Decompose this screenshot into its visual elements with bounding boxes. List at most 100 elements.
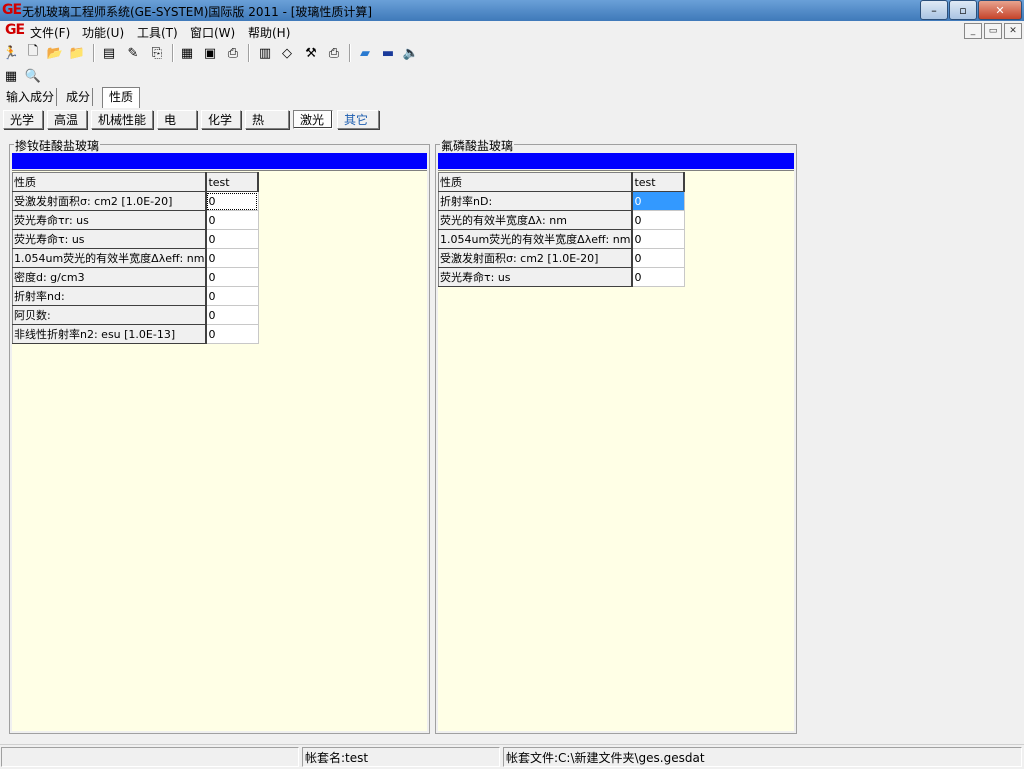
row-value[interactable]: 0 [631,191,685,211]
menu-function[interactable]: 功能(U) [82,24,124,41]
group-fluorophosphate-glass: 氟磷酸盐玻璃 性质 test 折射率nD: 0 荧光的有效半宽度Δλ: nm 0 1… [435,137,797,734]
close-button[interactable]: ✕ [978,0,1022,20]
subtab-electrical[interactable]: 电 [157,110,197,129]
group-nd-silicate-glass: 掺钕硅酸盐玻璃 性质 test 受激发射面积σ: cm2 [1.0E-20] 0 … [9,137,430,734]
table-row: 折射率nd: 0 [12,286,259,306]
print-icon[interactable]: ⎙ [224,45,242,61]
table-row: 阿贝数: 0 [12,305,259,325]
zoom-icon[interactable]: 🔍 [24,68,42,84]
group-header-bar [12,153,427,169]
subtab-thermal[interactable]: 热 [245,110,289,129]
row-name: 荧光的有效半宽度Δλ: nm [438,210,634,230]
preview-icon[interactable]: ▤ [100,45,118,61]
edit-icon[interactable]: ✎ [124,45,142,61]
row-value[interactable]: 0 [205,229,259,249]
grid-area: 性质 test 受激发射面积σ: cm2 [1.0E-20] 0 荧光寿命τr: … [12,170,427,731]
printer-icon[interactable]: ⎙ [325,45,343,61]
header-test: test [631,172,686,192]
row-value[interactable]: 0 [631,248,685,268]
row-value[interactable]: 0 [631,267,685,287]
new-file-icon[interactable]: 🗋 [24,44,42,61]
row-name: 非线性折射率n2: esu [1.0E-13] [12,324,208,344]
mdi-minimize-button[interactable]: _ [964,23,982,39]
toolbar-secondary: ▦ 🔍 [0,65,1024,87]
menu-help[interactable]: 帮助(H) [248,24,290,41]
folder-icon[interactable]: 📁 [68,45,86,61]
speaker-icon[interactable]: 🔈 [402,45,420,61]
table-row: 荧光寿命τ: us 0 [12,229,259,249]
calculator-icon[interactable]: ▥ [256,45,274,61]
row-value[interactable]: 0 [205,267,259,287]
subtab-optics[interactable]: 光学 [3,110,43,129]
row-name: 阿贝数: [12,305,208,325]
tab-composition[interactable]: 成分 [64,88,94,106]
window-title: 无机玻璃工程师系统(GE-SYSTEM)国际版 2011 - [玻璃性质计算] [22,5,373,19]
row-name: 1.054um荧光的有效半宽度Δλeff: nm [12,248,208,268]
row-value[interactable]: 0 [205,286,259,306]
row-value[interactable]: 0 [631,229,685,249]
group-header-bar [438,153,794,169]
eraser-icon[interactable]: ◇ [278,45,296,61]
maximize-button[interactable]: ▫ [949,0,977,20]
row-value[interactable]: 0 [205,191,259,211]
table-row: 1.054um荧光的有效半宽度Δλeff: nm 0 [12,248,259,268]
subtab-other[interactable]: 其它 [337,110,379,129]
row-value[interactable]: 0 [205,305,259,325]
book-icon[interactable]: ▰ [356,45,374,61]
subtab-mechanical[interactable]: 机械性能 [91,110,153,129]
property-grid: 性质 test 受激发射面积σ: cm2 [1.0E-20] 0 荧光寿命τr: … [12,172,260,344]
mdi-restore-button[interactable]: ▭ [984,23,1002,39]
tab-properties[interactable]: 性质 [102,87,141,108]
table-row: 非线性折射率n2: esu [1.0E-13] 0 [12,324,259,344]
tool-icon[interactable]: ⚒ [302,45,320,61]
ruler-icon[interactable]: ▬ [379,45,397,61]
export-icon[interactable]: ⎘ [148,45,166,61]
run-icon[interactable]: 🏃 [2,45,20,61]
header-test: test [205,172,260,192]
status-file: 帐套文件:C:\新建文件夹\ges.gesdat [503,747,1022,767]
row-name: 荧光寿命τr: us [12,210,208,230]
table-icon[interactable]: ▦ [2,68,20,84]
status-bar: 帐套名:test 帐套文件:C:\新建文件夹\ges.gesdat [0,744,1024,769]
row-name: 受激发射面积σ: cm2 [1.0E-20] [438,248,634,268]
minimize-button[interactable]: – [920,0,948,20]
main-tabs: 输入成分 成分 性质 [0,87,1024,108]
row-name: 受激发射面积σ: cm2 [1.0E-20] [12,191,208,211]
mdi-close-button[interactable]: ✕ [1004,23,1022,39]
group-title: 氟磷酸盐玻璃 [440,137,515,154]
table-row: 折射率nD: 0 [438,191,685,211]
row-name: 荧光寿命τ: us [12,229,208,249]
subtab-laser[interactable]: 激光 [293,110,333,129]
row-name: 折射率nD: [438,191,634,211]
status-panel-main [1,747,299,767]
menu-window[interactable]: 窗口(W) [190,24,235,41]
grid-area: 性质 test 折射率nD: 0 荧光的有效半宽度Δλ: nm 0 1.054um荧… [438,170,794,731]
tab-input-composition[interactable]: 输入成分 [4,88,58,106]
open-folder-icon[interactable]: 📂 [46,45,64,61]
row-name: 折射率nd: [12,286,208,306]
toolbar-main: 🏃 🗋 📂 📁 ▤ ✎ ⎘ ▦ ▣ ⎙ ▥ ◇ ⚒ ⎙ ▰ ▬ 🔈 [0,42,1024,64]
window-controls: – ▫ ✕ [919,0,1022,20]
table-row: 1.054um荧光的有效半宽度Δλeff: nm 0 [438,229,685,249]
menu-tools[interactable]: 工具(T) [137,24,178,41]
property-subtabs: 光学 高温 机械性能 电 化学 热 激光 其它 [0,109,1024,131]
mdi-controls: _ ▭ ✕ [962,23,1022,39]
row-name: 荧光寿命τ: us [438,267,634,287]
row-value[interactable]: 0 [205,248,259,268]
menu-file[interactable]: 文件(F) [30,24,70,41]
table-row: 受激发射面积σ: cm2 [1.0E-20] 0 [12,191,259,211]
row-value[interactable]: 0 [205,324,259,344]
table-row: 荧光寿命τr: us 0 [12,210,259,230]
table-row: 受激发射面积σ: cm2 [1.0E-20] 0 [438,248,685,268]
grid-header-row: 性质 test [438,172,686,192]
menu-bar: GE 文件(F) 功能(U) 工具(T) 窗口(W) 帮助(H) _ ▭ ✕ [0,21,1024,41]
header-property: 性质 [12,172,208,192]
form-icon[interactable]: ▣ [201,45,219,61]
row-value[interactable]: 0 [631,210,685,230]
table-row: 密度d: g/cm3 0 [12,267,259,287]
table-icon[interactable]: ▦ [178,45,196,61]
subtab-high-temperature[interactable]: 高温 [47,110,87,129]
row-value[interactable]: 0 [205,210,259,230]
table-row: 荧光的有效半宽度Δλ: nm 0 [438,210,685,230]
subtab-chemical[interactable]: 化学 [201,110,241,129]
